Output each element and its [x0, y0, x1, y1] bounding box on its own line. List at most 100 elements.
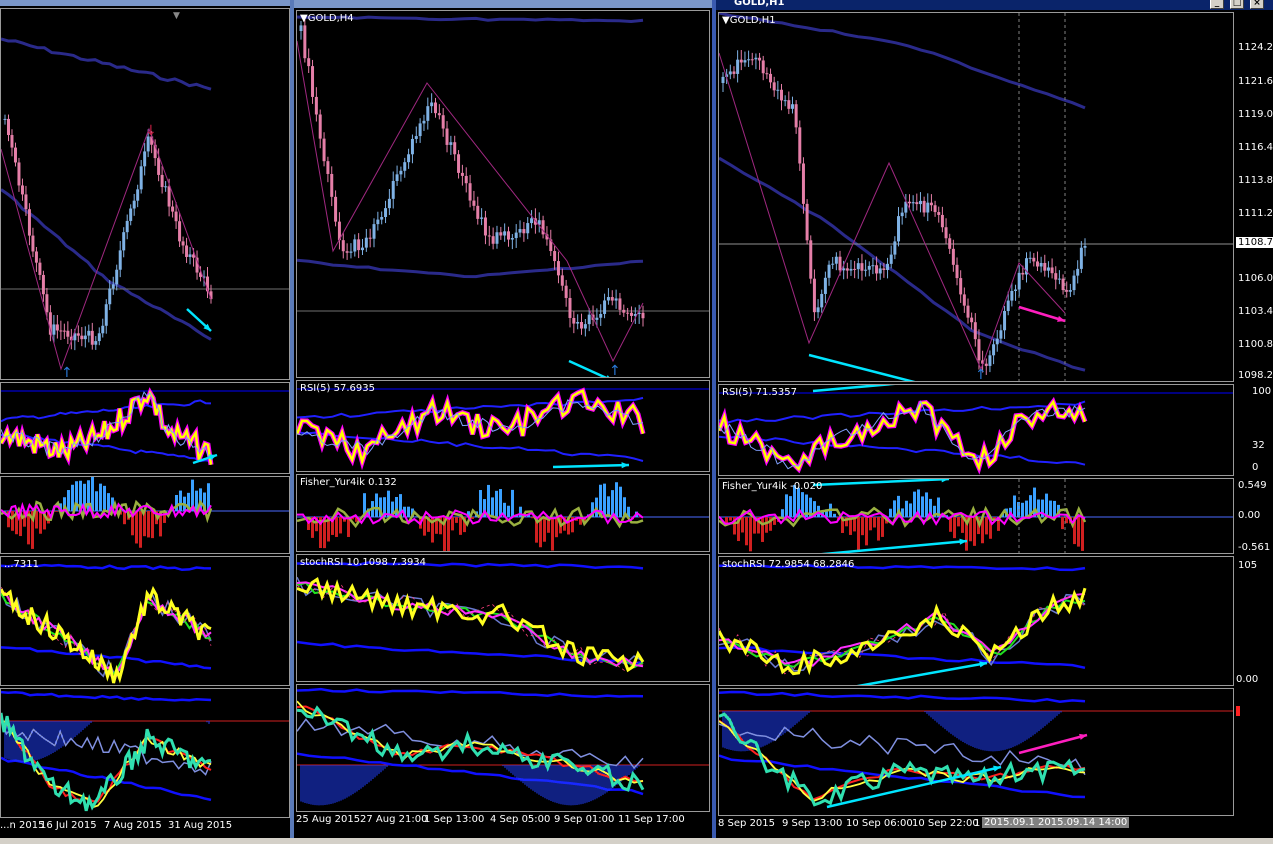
- stoch-panel-middle[interactable]: stochRSI 10.1098 7.3934: [296, 554, 710, 682]
- candle-body: [299, 25, 303, 31]
- fisher-histogram-bar: [107, 493, 110, 511]
- price-panel-left[interactable]: ▼ ↑ ↓: [0, 8, 290, 380]
- chart-window-right[interactable]: GOLD,H1 _ □ × ▼GOLD,H1 ↑ 1124.25 1121.65…: [716, 0, 1273, 844]
- window-titlebar-left[interactable]: [0, 0, 290, 6]
- candle-body: [838, 256, 842, 271]
- candle-body: [900, 212, 904, 217]
- candle-body: [90, 330, 94, 345]
- candle-body: [940, 214, 944, 228]
- fisher-histogram-bar: [925, 492, 928, 517]
- candle-body: [849, 268, 853, 271]
- candle-body: [878, 268, 882, 274]
- candle-body: [1065, 290, 1069, 292]
- fisher-histogram-bar: [1081, 517, 1084, 551]
- fisher-histogram-bar: [985, 517, 988, 535]
- candle-body: [1039, 262, 1043, 267]
- chart-window-middle[interactable]: ▼GOLD,H4 ↑ RSI(5) 57.6935 Fisher_Yur4ik …: [294, 0, 712, 844]
- candle-body: [399, 170, 403, 175]
- candle-body: [115, 269, 119, 285]
- fisher-histogram-bar: [479, 490, 482, 517]
- stoch-panel-right[interactable]: stochRSI 72.9854 68.2846: [718, 556, 1234, 686]
- fisher-histogram-bar: [789, 496, 792, 517]
- candle-body: [188, 254, 192, 257]
- date-label: 31 Aug 2015: [168, 820, 233, 831]
- candle-body: [1072, 275, 1076, 291]
- rsi-panel-left[interactable]: [0, 382, 290, 474]
- price-chart-left: ↑↓: [1, 37, 289, 379]
- candle-body: [992, 344, 996, 356]
- macd-chart-middle: [297, 687, 709, 806]
- candle-body: [526, 223, 530, 234]
- chart-window-left[interactable]: ▼ ↑ ↓ ...7311 ...n 2015 16 Jul 2015 7 Aug…: [0, 0, 290, 844]
- candle-body: [503, 231, 507, 236]
- candle-body: [66, 330, 70, 337]
- window-titlebar-middle[interactable]: [294, 0, 712, 8]
- candle-body: [353, 239, 357, 252]
- candle-body: [376, 219, 380, 225]
- date-label: 8 Sep 2015: [718, 818, 776, 829]
- candle-body: [871, 265, 875, 267]
- candle-body: [787, 100, 791, 109]
- candle-body: [922, 200, 926, 213]
- up-arrow-icon: ↑: [975, 367, 987, 382]
- stoch-panel-left[interactable]: ...7311: [0, 556, 290, 686]
- candle-body: [897, 216, 901, 242]
- price-panel-right[interactable]: ▼GOLD,H1 ↑: [718, 12, 1234, 382]
- fisher-histogram-bar: [511, 489, 514, 517]
- macd-panel-left[interactable]: [0, 688, 290, 818]
- candle-body: [999, 330, 1003, 339]
- candle-body: [522, 229, 526, 234]
- candle-body: [587, 314, 591, 325]
- maximize-button[interactable]: □: [1230, 0, 1244, 9]
- candle-body: [395, 174, 399, 181]
- rsi-panel-middle[interactable]: RSI(5) 57.6935: [296, 380, 710, 472]
- fisher-panel-right[interactable]: Fisher_Yur4ik -0.020: [718, 478, 1234, 554]
- candle-body: [345, 251, 349, 253]
- candle-body: [34, 251, 38, 263]
- annotation-arrow-head: [621, 462, 629, 469]
- candle-body: [758, 57, 762, 61]
- annotation-arrow: [568, 359, 608, 377]
- price-panel-middle[interactable]: ▼GOLD,H4 ↑: [296, 10, 710, 378]
- fisher-panel-left[interactable]: [0, 476, 290, 554]
- date-label: 1 Sep 13:00: [424, 814, 485, 825]
- candle-body: [1014, 289, 1018, 291]
- fisher-chart-left: [1, 477, 289, 549]
- candle-body: [426, 106, 430, 121]
- fisher-histogram-bar: [1053, 500, 1056, 517]
- price-tick: 1121.65: [1238, 76, 1273, 87]
- candle-body: [122, 232, 126, 251]
- fisher-histogram-bar: [103, 485, 106, 511]
- window-titlebar-right[interactable]: GOLD,H1 _ □ ×: [716, 0, 1273, 10]
- rsi-panel-right[interactable]: RSI(5) 71.5357: [718, 384, 1234, 476]
- stoch-scale-right: 105 0.00: [1234, 556, 1273, 686]
- minimize-button[interactable]: _: [1210, 0, 1224, 9]
- candle-body: [507, 231, 511, 240]
- close-button[interactable]: ×: [1250, 0, 1264, 9]
- fisher-panel-middle[interactable]: Fisher_Yur4ik 0.132: [296, 474, 710, 552]
- price-tick: 1111.25: [1238, 208, 1273, 219]
- candle-body: [622, 309, 626, 313]
- candle-body: [1050, 267, 1054, 274]
- fisher-histogram-bar: [857, 517, 860, 552]
- candle-body: [13, 147, 17, 163]
- price-tick: 1124.25: [1238, 42, 1273, 53]
- candle-body: [842, 268, 846, 271]
- fisher-histogram-bar: [471, 517, 474, 519]
- macd-panel-middle[interactable]: [296, 684, 710, 812]
- rsi-chart-left: [1, 387, 289, 467]
- candle-body: [410, 138, 414, 155]
- candle-body: [303, 25, 307, 59]
- candle-body: [977, 339, 981, 361]
- candle-body: [721, 76, 725, 83]
- candle-body: [929, 202, 933, 206]
- candle-body: [449, 142, 453, 145]
- rsi-scale-right: 100 32 0: [1234, 384, 1273, 476]
- macd-panel-right[interactable]: [718, 688, 1234, 816]
- fisher-histogram-bar: [95, 491, 98, 511]
- candle-body: [831, 263, 835, 265]
- rsi-tick: 32: [1252, 440, 1265, 451]
- candle-body: [606, 297, 610, 301]
- candle-body: [595, 317, 599, 320]
- stoch-dashed-line: [297, 584, 644, 672]
